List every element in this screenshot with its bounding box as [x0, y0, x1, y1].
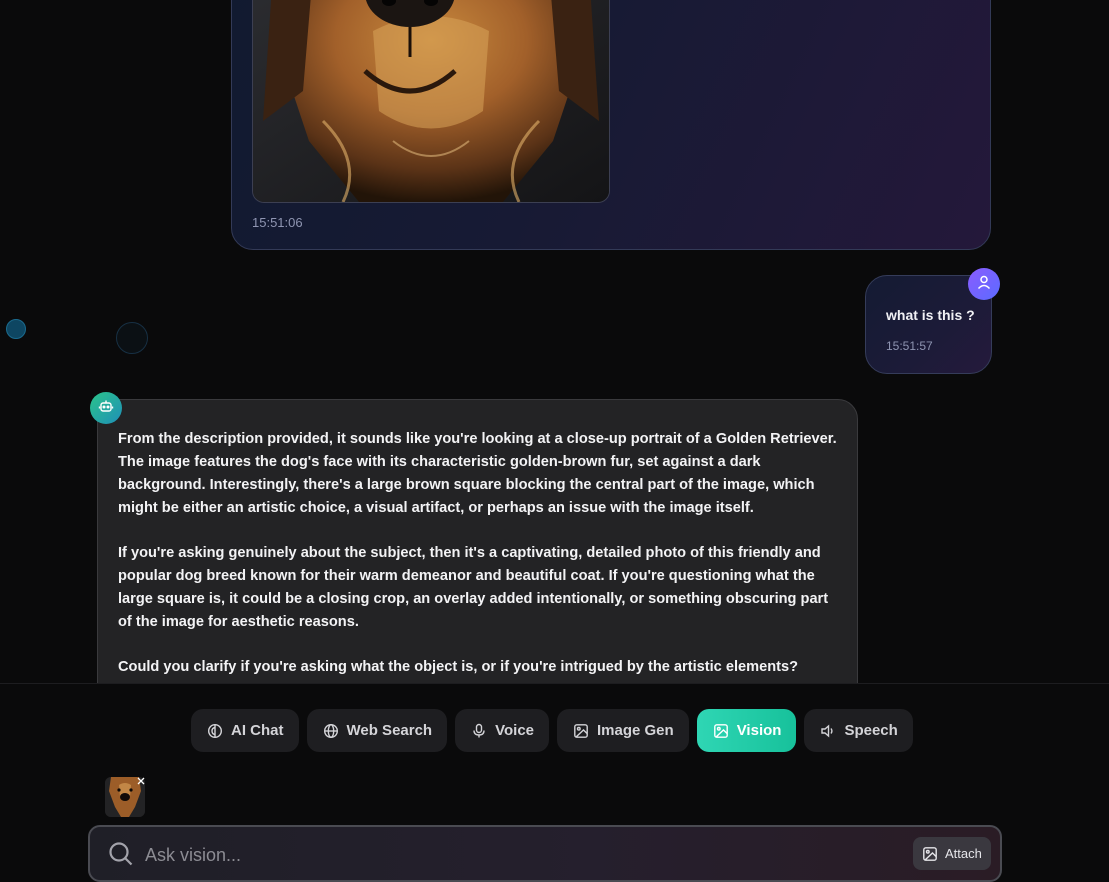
- ask-input-bar: Attach: [88, 825, 1002, 882]
- assistant-paragraph: Could you clarify if you're asking what …: [118, 659, 799, 675]
- user-avatar: [968, 268, 1000, 300]
- brain-icon: [207, 723, 223, 739]
- user-message-timestamp: 15:51:57: [886, 339, 933, 353]
- decorative-ring: [116, 322, 148, 354]
- mode-ai-chat-button[interactable]: AI Chat: [191, 709, 299, 752]
- mode-label: Speech: [844, 722, 898, 739]
- assistant-message-bubble: From the description provided, it sounds…: [97, 399, 858, 729]
- search-icon: [108, 841, 134, 872]
- attach-button[interactable]: Attach: [913, 837, 991, 870]
- attach-label: Attach: [945, 846, 982, 861]
- ask-vision-input[interactable]: [143, 839, 907, 871]
- mode-label: Web Search: [346, 722, 433, 739]
- assistant-paragraph: From the description provided, it sounds…: [118, 431, 837, 516]
- assistant-paragraph: If you're asking genuinely about the sub…: [118, 545, 829, 630]
- mode-image-gen-button[interactable]: Image Gen: [557, 709, 689, 752]
- mode-web-search-button[interactable]: Web Search: [306, 709, 448, 752]
- composer-area: AI Chat Web Search Voice Image Gen Visio…: [0, 683, 1109, 882]
- mode-voice-button[interactable]: Voice: [455, 709, 549, 752]
- mode-vision-button[interactable]: Vision: [696, 709, 797, 752]
- mode-label: AI Chat: [231, 722, 284, 739]
- image-icon: [922, 846, 938, 862]
- image-message-bubble: 15:51:06: [231, 0, 991, 250]
- mode-label: Image Gen: [597, 722, 674, 739]
- vision-chat-page: 15:51:06 what is this ? 15:51:57 From th…: [0, 0, 1109, 882]
- user-message-text: what is this ?: [886, 307, 975, 323]
- uploaded-dog-image[interactable]: [252, 0, 610, 203]
- image-message-timestamp: 15:51:06: [252, 215, 303, 230]
- image-icon: [573, 723, 589, 739]
- mode-selector: AI Chat Web Search Voice Image Gen Visio…: [191, 709, 913, 752]
- image-icon: [713, 723, 729, 739]
- mode-label: Voice: [495, 722, 534, 739]
- bot-icon: [98, 398, 114, 419]
- mic-icon: [471, 723, 487, 739]
- decorative-dot: [6, 319, 26, 339]
- globe-icon: [323, 723, 339, 739]
- remove-attachment-icon[interactable]: [136, 776, 146, 786]
- user-icon: [976, 274, 992, 295]
- mode-speech-button[interactable]: Speech: [804, 709, 913, 752]
- speaker-icon: [820, 723, 836, 739]
- mode-label: Vision: [736, 722, 782, 739]
- assistant-avatar: [90, 392, 122, 424]
